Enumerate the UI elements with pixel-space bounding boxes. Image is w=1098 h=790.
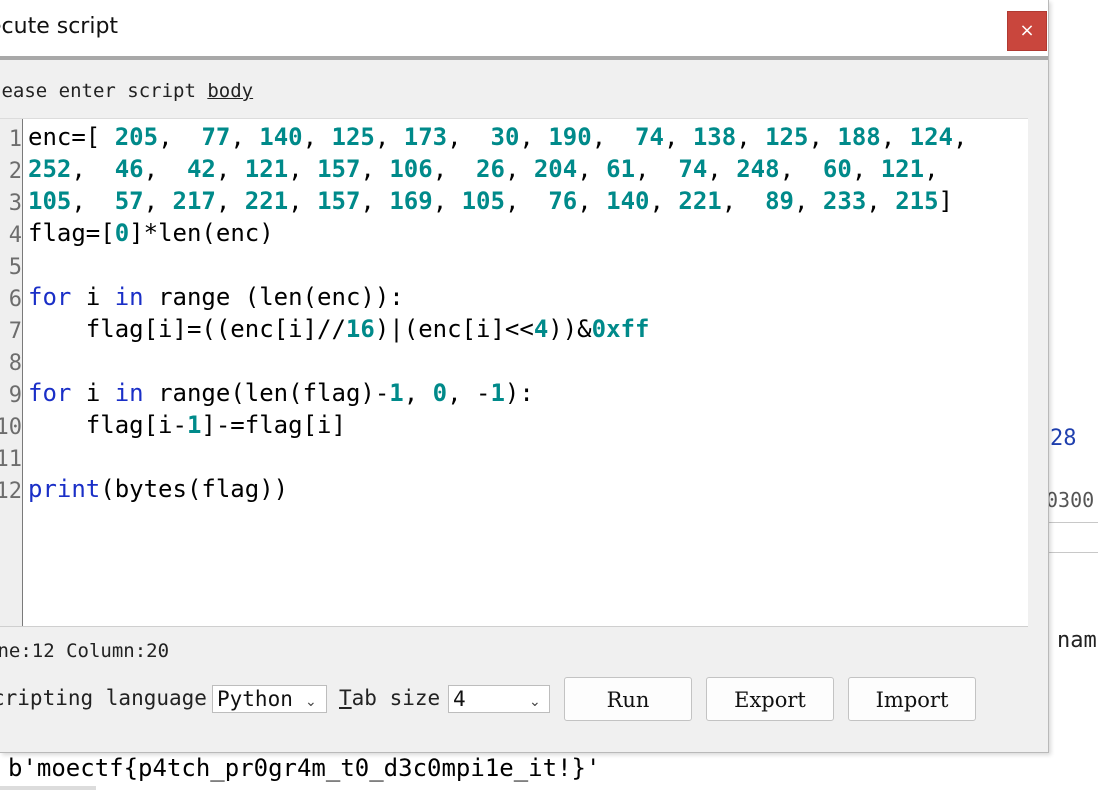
export-button[interactable]: Export xyxy=(706,677,834,721)
code-line[interactable]: flag=[0]*len(enc) xyxy=(28,219,274,247)
close-button[interactable]: × xyxy=(1007,11,1047,51)
title-separator xyxy=(0,56,1048,60)
line-number: 2 xyxy=(8,159,22,184)
status-separator xyxy=(0,626,1028,627)
line-number: 5 xyxy=(8,255,22,280)
background-value: 0300 xyxy=(1046,488,1095,512)
chevron-down-icon: ⌄ xyxy=(305,694,317,710)
scripting-language-select[interactable]: Python ⌄ xyxy=(212,685,327,713)
code-line[interactable]: flag[i-1]-=flag[i] xyxy=(28,411,346,439)
code-line[interactable]: for i in range(len(flag)-1, 0, -1): xyxy=(28,379,534,407)
line-number: 10 xyxy=(0,415,22,440)
run-button[interactable]: Run xyxy=(564,677,692,721)
script-body-label: lease enter script body xyxy=(0,80,254,102)
line-number: 7 xyxy=(8,319,22,344)
script-output: b'moectf{p4tch_pr0gr4m_t0_d3c0mpi1e_it!}… xyxy=(8,754,601,782)
line-number: 1 xyxy=(8,127,22,152)
background-number: 28 xyxy=(1050,426,1077,451)
line-number: 8 xyxy=(8,351,22,376)
line-number: 12 xyxy=(0,479,22,504)
line-number-gutter: 1 2 3 4 5 6 7 8 9 10 11 12 xyxy=(0,119,23,627)
line-number: 3 xyxy=(8,191,22,216)
execute-script-dialog: ecute script × lease enter script body 1… xyxy=(0,0,1049,753)
background-divider xyxy=(1048,552,1098,553)
code-line[interactable]: enc=[ 205, 77, 140, 125, 173, 30, 190, 7… xyxy=(28,123,967,151)
scripting-language-label: cripting language xyxy=(0,686,207,710)
chevron-down-icon: ⌄ xyxy=(529,694,541,710)
background-window xyxy=(1048,0,1098,790)
code-line[interactable]: 252, 46, 42, 121, 157, 106, 26, 204, 61,… xyxy=(28,155,939,183)
scripting-language-value: Python xyxy=(217,687,293,711)
output-scrollbar[interactable] xyxy=(0,786,96,790)
script-editor[interactable]: 1 2 3 4 5 6 7 8 9 10 11 12 enc=[ 205, 77… xyxy=(0,118,1028,627)
background-divider xyxy=(1048,522,1098,523)
code-line[interactable]: print(bytes(flag)) xyxy=(28,475,288,503)
line-number: 11 xyxy=(0,447,22,472)
line-number: 9 xyxy=(8,383,22,408)
line-number: 4 xyxy=(8,223,22,248)
tab-size-label: Tab size xyxy=(339,686,441,710)
background-label: nam xyxy=(1057,628,1097,653)
code-line[interactable]: for i in range (len(enc)): xyxy=(28,283,404,311)
tab-size-select[interactable]: 4 ⌄ xyxy=(448,685,550,713)
import-button[interactable]: Import xyxy=(848,677,976,721)
dialog-titlebar[interactable]: ecute script × xyxy=(0,0,1048,56)
cursor-position-status: ine:12 Column:20 xyxy=(0,640,170,662)
code-line[interactable]: 105, 57, 217, 221, 157, 169, 105, 76, 14… xyxy=(28,187,953,215)
close-icon: × xyxy=(1019,20,1035,41)
line-number: 6 xyxy=(8,287,22,312)
code-line[interactable]: flag[i]=((enc[i]//16)|(enc[i]<<4))&0xff xyxy=(28,315,650,343)
tab-size-value: 4 xyxy=(453,687,466,711)
dialog-title: ecute script xyxy=(0,14,119,39)
